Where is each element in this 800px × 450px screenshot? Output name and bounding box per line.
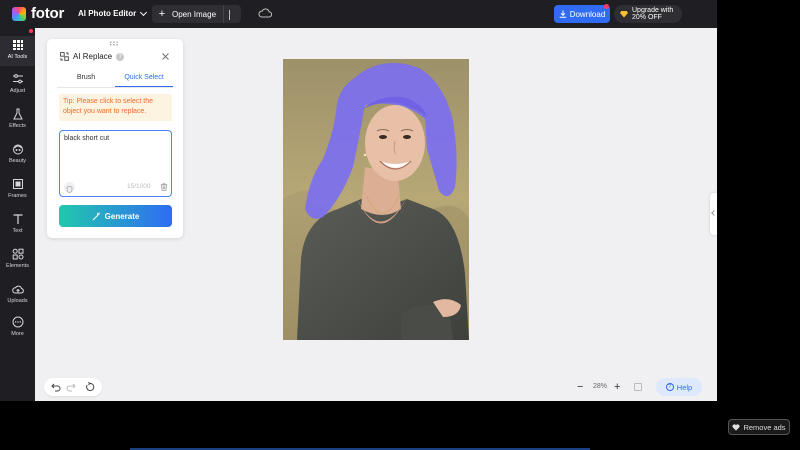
photo-canvas[interactable]	[283, 59, 469, 340]
right-ad-strip	[717, 28, 800, 401]
panel-title: AI Replace	[73, 52, 113, 61]
sidebar-item-more[interactable]: More	[0, 313, 35, 343]
sidebar-item-label: Elements	[6, 263, 29, 269]
ai-photo-editor-menu[interactable]: AI Photo Editor	[78, 8, 148, 18]
magic-wand-icon	[92, 211, 100, 220]
text-icon	[13, 214, 22, 224]
download-icon	[559, 10, 566, 18]
ai-replace-icon	[60, 52, 69, 61]
open-image-dropdown[interactable]	[229, 10, 230, 20]
panel-tabs: Brush Quick Select	[57, 72, 173, 88]
sidebar-item-adjust[interactable]: Adjust	[0, 70, 35, 100]
character-count: 15/1000	[127, 183, 151, 190]
tools-sidebar: AI Tools Adjust Effects Beauty Frames Te…	[0, 28, 35, 401]
sidebar-item-label: Beauty	[8, 158, 27, 164]
sidebar-item-label: Frames	[8, 193, 27, 199]
sidebar-item-label: More	[11, 331, 24, 337]
close-icon[interactable]	[161, 52, 170, 61]
tip-message: Tip: Please click to select the object y…	[59, 94, 172, 121]
upgrade-label: Upgrade with 20% OFF	[632, 7, 673, 22]
sidebar-item-uploads[interactable]: Uploads	[0, 280, 35, 310]
upgrade-button[interactable]: Upgrade with 20% OFF	[614, 5, 682, 23]
sidebar-item-label: Adjust	[9, 88, 26, 94]
logo-text: fotor	[31, 5, 65, 22]
help-label: Help	[676, 382, 693, 392]
history-controls	[44, 378, 102, 396]
sidebar-item-text[interactable]: Text	[0, 210, 35, 240]
more-icon	[12, 316, 23, 328]
zoom-controls: − 28% +	[574, 378, 650, 396]
sidebar-item-label: AI Tools	[7, 54, 28, 60]
tab-quick-select[interactable]: Quick Select	[115, 72, 173, 87]
fotor-logo-mark	[12, 7, 26, 21]
editor-menu-label: AI Photo Editor	[78, 9, 137, 18]
remove-ads-button[interactable]: Remove ads	[728, 419, 790, 435]
collapse-panel-handle[interactable]	[710, 193, 717, 235]
sidebar-item-frames[interactable]: Frames	[0, 175, 35, 205]
generate-label: Generate	[104, 211, 140, 221]
sidebar-item-label: Text	[12, 228, 23, 234]
sidebar-item-beauty[interactable]: Beauty	[0, 140, 35, 170]
zoom-out-button[interactable]: −	[577, 378, 583, 396]
undo-icon[interactable]	[51, 382, 61, 392]
upgrade-label-line2: 20% OFF	[632, 14, 662, 21]
redo-icon[interactable]	[66, 382, 76, 392]
diamond-icon	[620, 10, 628, 18]
reset-icon[interactable]	[85, 382, 95, 392]
open-image-label: Open Image	[172, 9, 217, 19]
prompt-input[interactable]: black short cut 15/1000	[59, 130, 172, 197]
sidebar-item-effects[interactable]: Effects	[0, 105, 35, 135]
upgrade-label-line1: Upgrade with	[632, 6, 674, 14]
help-circle-icon[interactable]: ?	[116, 52, 125, 61]
top-bar: fotor AI Photo Editor + Open Image Downl…	[0, 0, 717, 28]
trash-icon[interactable]	[160, 183, 168, 191]
tab-brush[interactable]: Brush	[57, 72, 115, 87]
frame-icon	[12, 179, 23, 189]
ai-replace-panel: AI Replace ? Brush Quick Select Tip: Ple…	[47, 39, 183, 238]
zoom-in-button[interactable]: +	[614, 378, 620, 396]
download-button[interactable]: Download	[554, 5, 610, 23]
fit-screen-icon[interactable]	[634, 383, 642, 391]
heart-icon	[732, 423, 740, 431]
sidebar-item-ai-tools[interactable]: AI Tools	[0, 36, 35, 66]
plus-icon: +	[158, 7, 166, 20]
bottom-ad-strip	[0, 401, 800, 450]
notification-dot	[29, 29, 33, 33]
download-label: Download	[569, 9, 606, 19]
flask-icon	[12, 108, 23, 120]
voice-input-button[interactable]	[64, 182, 75, 194]
question-icon: ?	[665, 383, 674, 391]
cloud-icon[interactable]	[258, 8, 272, 18]
drag-handle[interactable]	[109, 41, 119, 46]
grid-icon	[12, 40, 23, 50]
remove-ads-label: Remove ads	[743, 422, 786, 432]
fotor-logo[interactable]: fotor	[12, 6, 64, 22]
cloud-upload-icon	[11, 285, 24, 294]
chevron-down-icon	[229, 10, 230, 20]
sliders-icon	[12, 74, 23, 84]
prompt-text[interactable]: black short cut	[64, 135, 109, 142]
portrait-photo	[283, 59, 469, 340]
sidebar-item-elements[interactable]: Elements	[0, 245, 35, 275]
panel-header: AI Replace ?	[60, 52, 125, 61]
sidebar-item-label: Uploads	[7, 298, 28, 304]
shapes-icon	[12, 248, 23, 260]
shield-icon	[66, 185, 73, 194]
chevron-down-icon	[140, 8, 148, 16]
notification-dot	[604, 4, 609, 9]
zoom-level: 28%	[592, 383, 607, 390]
sidebar-item-label: Effects	[9, 123, 26, 129]
divider	[223, 5, 224, 23]
open-image-button[interactable]: + Open Image	[152, 5, 241, 23]
help-button[interactable]: ? Help	[656, 378, 702, 396]
generate-button[interactable]: Generate	[59, 205, 172, 227]
face-icon	[12, 144, 23, 155]
